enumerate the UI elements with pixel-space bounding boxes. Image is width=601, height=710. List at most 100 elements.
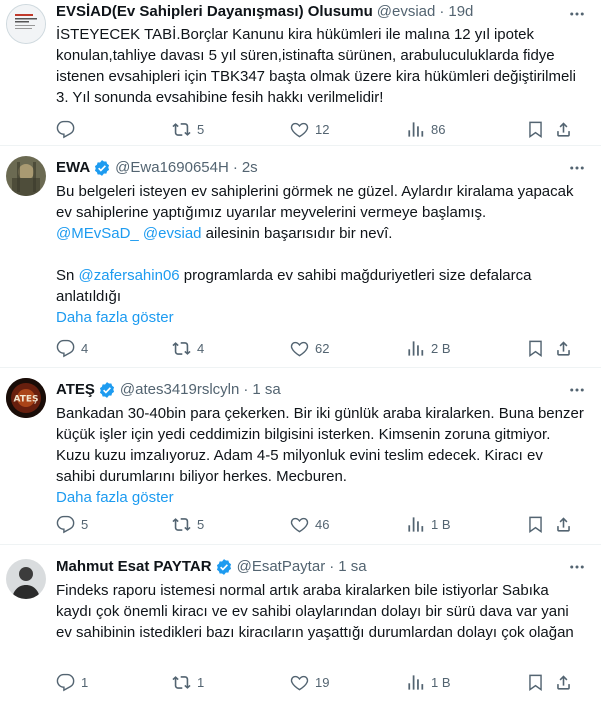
analytics-icon [406,339,425,358]
bookmark-icon [526,515,545,534]
share-icon [554,515,573,534]
mention-link[interactable]: @evsiad [143,225,202,242]
reply-icon [56,515,75,534]
author-name[interactable]: EVSİAD(Ev Sahipleri Dayanışması) Olusumu [56,2,373,22]
reply-count: 1 [81,674,89,690]
more-options-icon[interactable] [567,4,587,24]
tweet-actions: 5 5 46 1 B [56,514,587,534]
retweet-button[interactable]: 4 [172,338,204,358]
tweet-text: Bu belgeleri isteyen ev sahiplerini görm… [56,181,585,307]
like-count: 62 [315,340,330,356]
author-handle[interactable]: @EsatPaytar [237,557,326,577]
verified-badge-icon [98,381,116,399]
mention-link[interactable]: @zafersahin06 [79,267,180,284]
avatar[interactable] [6,156,46,196]
bookmark-button[interactable] [526,514,545,534]
avatar[interactable] [6,559,46,599]
tweet-text-part: ailesinin başarısıdır bir nevî. [201,225,393,242]
views-button[interactable]: 1 B [406,672,451,692]
tweet-evsiad[interactable]: EVSİAD(Ev Sahipleri Dayanışması) Olusumu… [0,0,601,146]
author-handle[interactable]: @evsiad [377,2,436,22]
author-name[interactable]: Mahmut Esat PAYTAR [56,557,212,577]
more-options-icon[interactable] [567,380,587,400]
bookmark-icon [526,120,545,139]
reply-icon [56,339,75,358]
avatar[interactable]: ATEŞ [6,378,46,418]
tweet-text-part: Sn [56,267,79,284]
mention-link[interactable]: @MEvSaD_ [56,225,139,242]
share-button[interactable] [554,672,573,692]
reply-button[interactable] [56,119,81,139]
retweet-count: 4 [197,340,205,356]
view-count: 1 B [431,516,451,532]
retweet-button[interactable]: 5 [172,514,204,534]
heart-icon [290,673,309,692]
share-button[interactable] [554,119,573,139]
retweet-count: 5 [197,516,205,532]
views-button[interactable]: 1 B [406,514,451,534]
tweet-text: İSTEYECEK TABİ.Borçlar Kanunu kira hüküm… [56,26,581,106]
bookmark-button[interactable] [526,672,545,692]
verified-badge-icon [215,558,233,576]
like-button[interactable]: 62 [290,338,329,358]
timestamp[interactable]: 1 sa [338,557,366,577]
views-button[interactable]: 86 [406,119,445,139]
analytics-icon [406,673,425,692]
more-options-icon[interactable] [567,557,587,577]
tweet-actions: 5 12 86 [56,119,587,139]
heart-icon [290,515,309,534]
like-button[interactable]: 12 [290,119,329,139]
tweet-actions: 1 1 19 1 B [56,672,587,692]
tweet-ewa[interactable]: EWA @Ewa1690654H · 2s Bu belgeleri istey… [0,146,601,368]
bookmark-icon [526,673,545,692]
author-handle[interactable]: @ates3419rslcyln [120,380,239,400]
tweet-mahmut[interactable]: Mahmut Esat PAYTAR @EsatPaytar · 1 sa Fi… [0,545,601,710]
share-button[interactable] [554,338,573,358]
reply-count: 5 [81,516,89,532]
author-name[interactable]: EWA [56,158,90,178]
timestamp[interactable]: 2s [242,158,258,178]
retweet-button[interactable]: 1 [172,672,204,692]
more-options-icon[interactable] [567,158,587,178]
analytics-icon [406,120,425,139]
like-count: 12 [315,121,330,137]
retweet-button[interactable]: 5 [172,119,204,139]
heart-icon [290,339,309,358]
tweet-text: Findeks raporu istemesi normal artık ara… [56,582,574,641]
view-count: 86 [431,121,446,137]
verified-badge-icon [93,159,111,177]
retweet-icon [172,339,191,358]
bookmark-button[interactable] [526,338,545,358]
views-button[interactable]: 2 B [406,338,451,358]
tweet-ates[interactable]: ATEŞ ATEŞ @ates3419rslcyln · 1 sa Bankad… [0,368,601,545]
share-icon [554,339,573,358]
author-handle[interactable]: @Ewa1690654H [115,158,229,178]
retweet-count: 1 [197,674,205,690]
reply-button[interactable]: 4 [56,338,88,358]
tweet-actions: 4 4 62 2 B [56,338,587,358]
timestamp[interactable]: 19d [448,2,473,22]
show-more-link[interactable]: Daha fazla göster [56,487,585,508]
share-icon [554,673,573,692]
like-button[interactable]: 46 [290,514,329,534]
author-name[interactable]: ATEŞ [56,380,95,400]
reply-button[interactable]: 5 [56,514,88,534]
avatar[interactable] [6,4,46,44]
reply-icon [56,673,75,692]
reply-button[interactable]: 1 [56,672,88,692]
show-more-link[interactable]: Daha fazla göster [56,307,585,328]
share-button[interactable] [554,514,573,534]
timestamp[interactable]: 1 sa [252,380,280,400]
separator-dot: · [329,558,335,575]
share-icon [554,120,573,139]
bookmark-button[interactable] [526,119,545,139]
like-count: 46 [315,516,330,532]
separator-dot: · [243,381,249,398]
retweet-icon [172,120,191,139]
like-count: 19 [315,674,330,690]
like-button[interactable]: 19 [290,672,329,692]
tweet-text-part: Bu belgeleri isteyen ev sahiplerini görm… [56,183,578,221]
separator-dot: · [232,159,238,176]
analytics-icon [406,515,425,534]
tweet-text: Bankadan 30-40bin para çekerken. Bir iki… [56,405,588,485]
